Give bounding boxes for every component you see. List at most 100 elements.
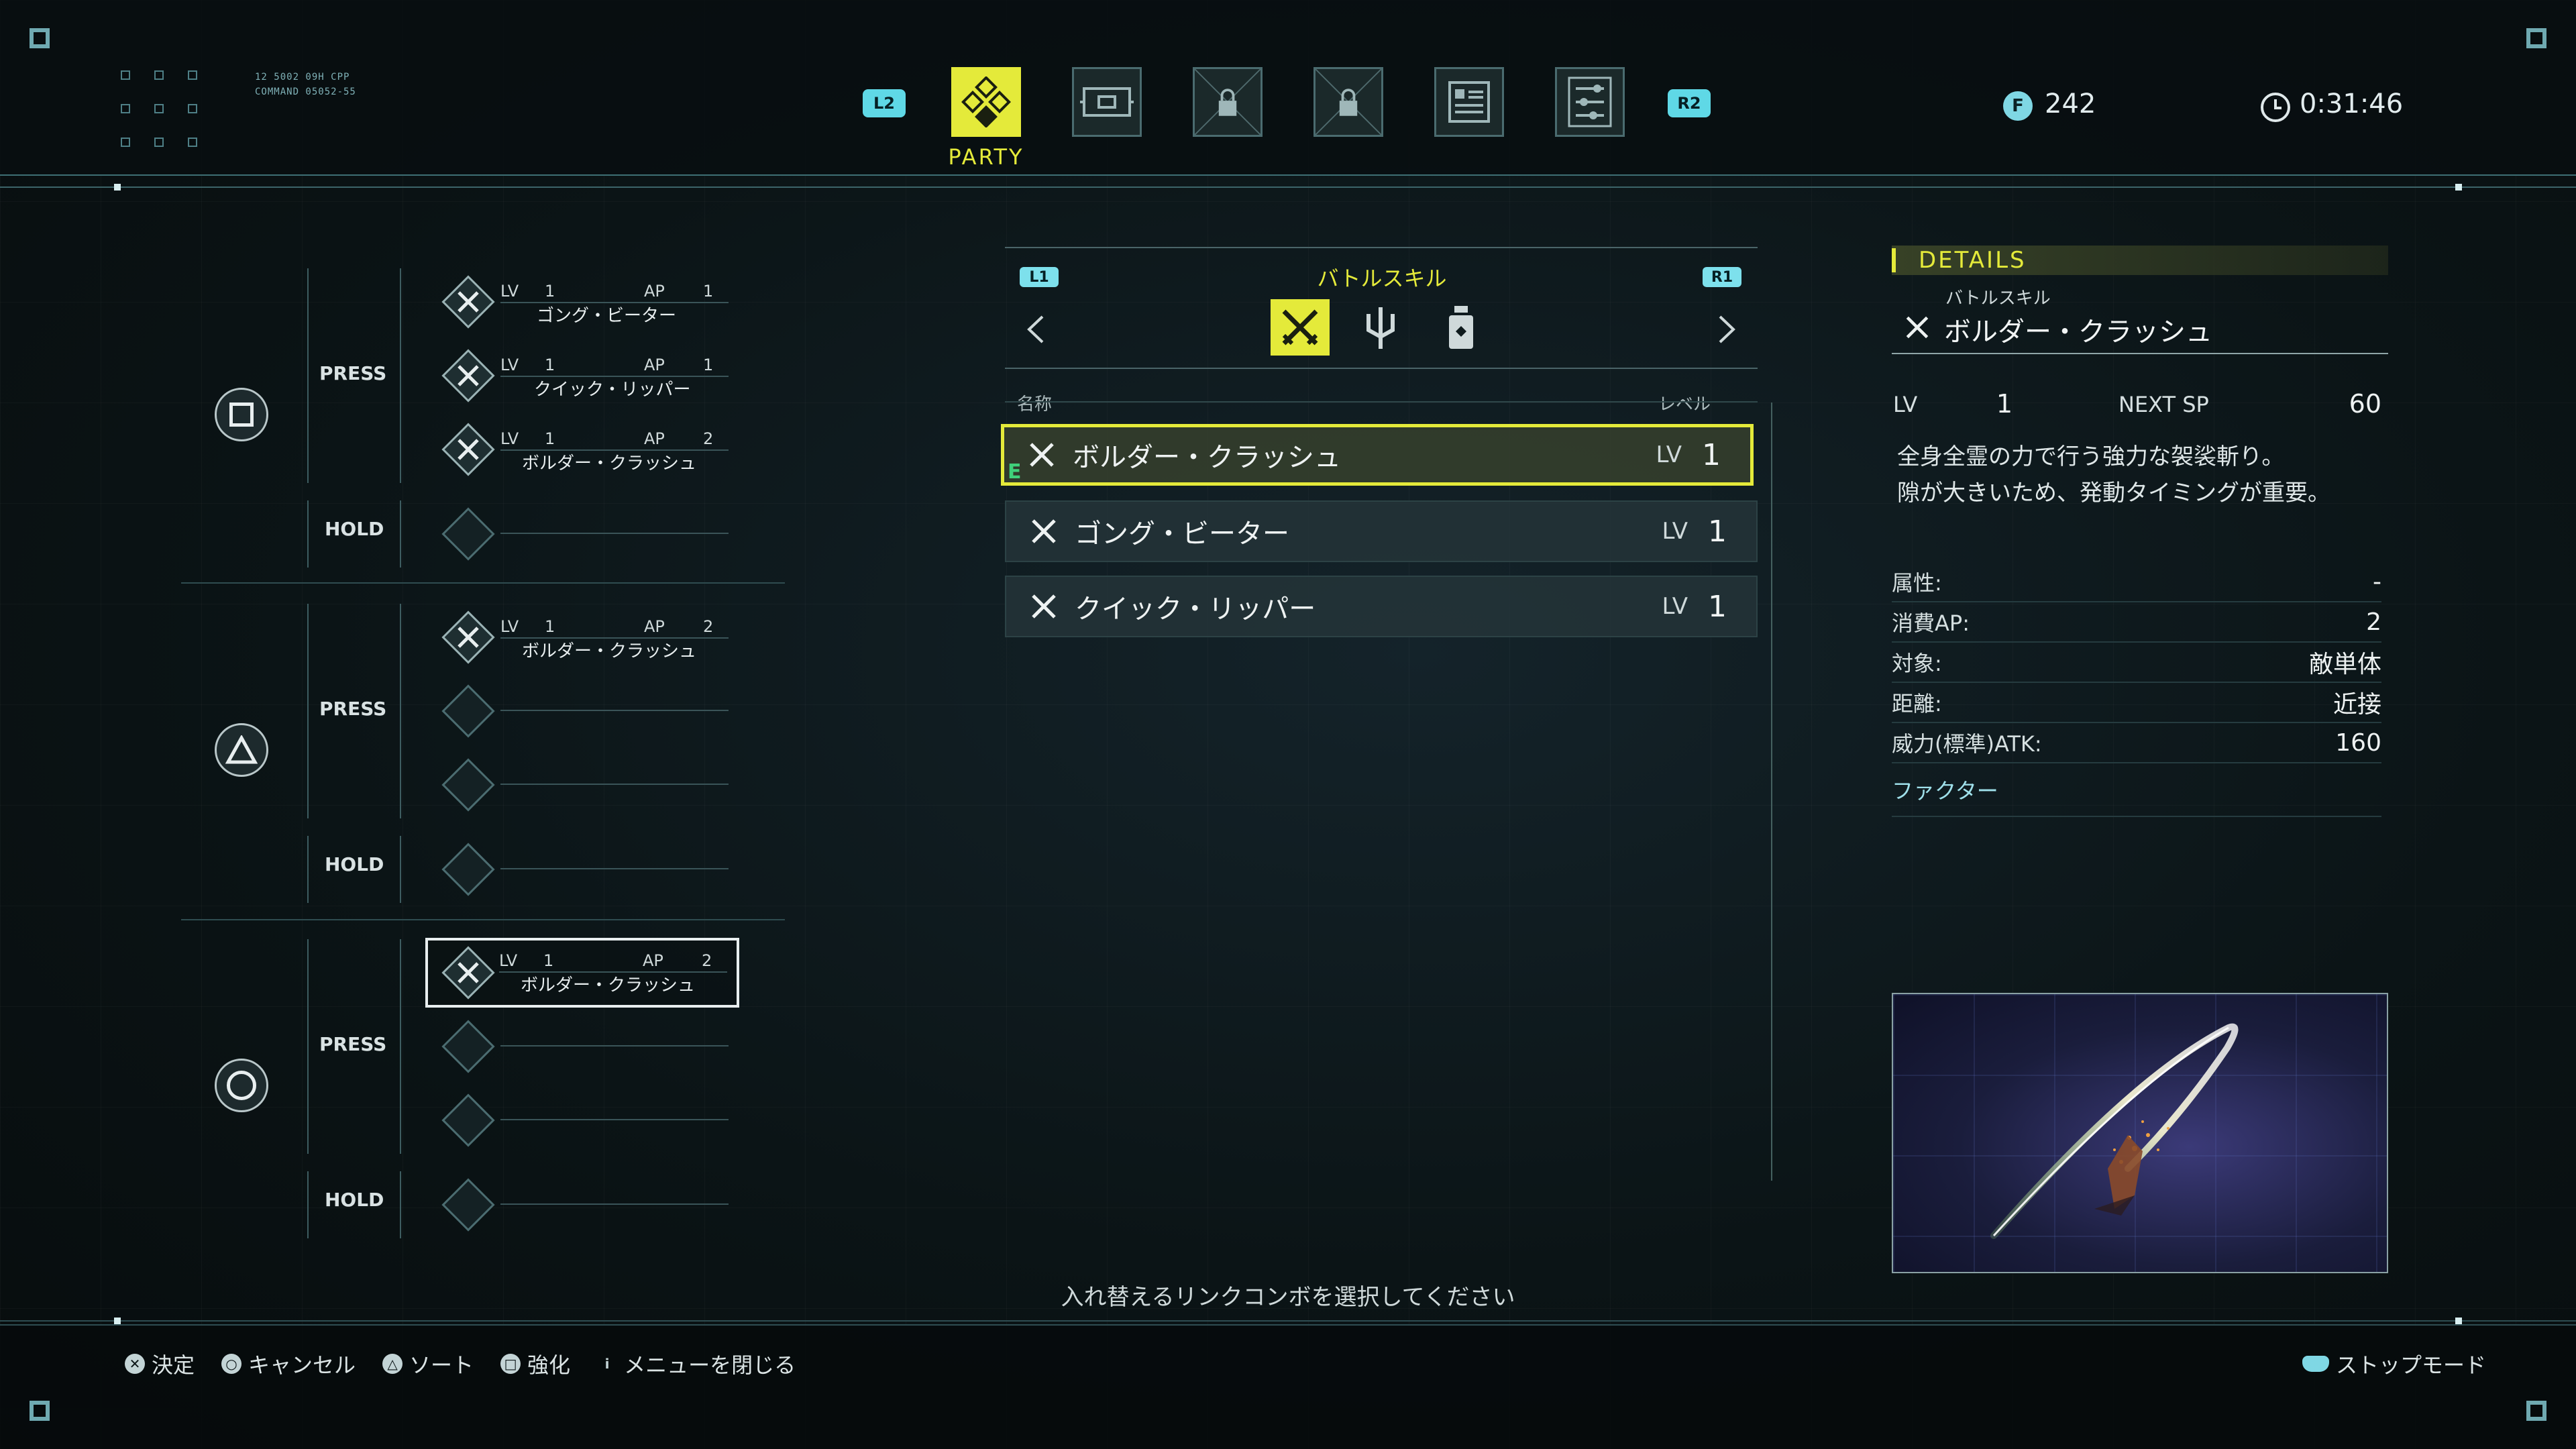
tab-locked-2[interactable] (1313, 67, 1383, 137)
r2-shoulder-button[interactable]: R2 (1668, 89, 1711, 117)
tab-party[interactable] (951, 67, 1021, 137)
details-header: DETAILS (1892, 246, 2388, 275)
scrollbar[interactable] (1771, 402, 1775, 1181)
bottom-divider (0, 1320, 2576, 1322)
divider (0, 186, 2576, 188)
skill-row[interactable]: ボルダー・クラッシュ LV 1 (1001, 424, 1754, 486)
tab-equipment[interactable] (1072, 67, 1142, 137)
combo-slot[interactable]: LV 1 AP 1 ゴング・ビーター (436, 268, 731, 335)
slot-lv-label: LV (500, 617, 519, 636)
details-stats: 属性: - 消費AP: 2 対象: 敵単体 距離: 近接 威力(標準)ATK: … (1892, 562, 2381, 817)
play-time: 0:31:46 (2300, 89, 2404, 119)
skill-preview-image (1892, 993, 2388, 1273)
lock-icon (1316, 68, 1381, 136)
sword-icon (1024, 586, 1064, 627)
skill-name: クイック・リッパー (1075, 594, 1316, 625)
combo-slot[interactable]: LV 1 AP 1 クイック・リッパー (436, 342, 731, 409)
slash-effect-image (1990, 1023, 2239, 1239)
currency-icon: F (2003, 91, 2033, 121)
column-level: レベル (1658, 394, 1711, 415)
combo-slot-empty[interactable] (436, 751, 731, 818)
tab-settings[interactable] (1555, 67, 1625, 137)
l1-button[interactable]: L1 (1020, 267, 1059, 287)
slot-ap: 1 (703, 356, 714, 374)
chevron-left-icon[interactable] (1024, 313, 1048, 346)
stat-row: 距離: 近接 (1892, 683, 2381, 723)
chevron-right-icon[interactable] (1715, 313, 1739, 346)
hint-close-menu[interactable]: i メニューを閉じる (597, 1348, 796, 1379)
stat-value: - (2373, 568, 2381, 596)
divider-node (114, 1318, 121, 1324)
press-bracket (307, 268, 309, 483)
potion-icon (1449, 306, 1473, 349)
party-icon (961, 76, 1011, 127)
press-bracket (400, 268, 401, 483)
slot-diamond (441, 1178, 495, 1232)
slot-rule (500, 1119, 729, 1120)
category-magic[interactable] (1351, 299, 1410, 356)
details-skill-name: ボルダー・クラッシュ (1944, 317, 2212, 347)
hold-label: HOLD (325, 853, 384, 875)
hint-label: キャンセル (248, 1352, 356, 1378)
hint-label: ストップモード (2336, 1352, 2487, 1378)
slot-skill-name: クイック・リッパー (534, 380, 691, 400)
corner-marker (30, 28, 50, 48)
combo-slot[interactable]: LV 1 AP 2 ボルダー・クラッシュ (436, 604, 731, 671)
slot-lv: 1 (545, 617, 555, 636)
combo-slot-empty[interactable] (436, 836, 731, 903)
category-battle-skill[interactable] (1271, 299, 1330, 356)
slot-lv: 1 (545, 282, 555, 301)
hold-bracket (307, 500, 309, 568)
column-name: 名称 (1017, 394, 1053, 415)
hint-sort[interactable]: △ ソート (382, 1348, 474, 1379)
skill-row[interactable]: クイック・リッパー LV 1 (1005, 576, 1758, 637)
slot-rule (500, 868, 729, 869)
details-header-accent (1892, 248, 1896, 272)
hint-confirm[interactable]: ✕ 決定 (125, 1348, 195, 1379)
skill-lv-label: LV (1662, 518, 1688, 545)
slot-diamond (441, 1020, 495, 1073)
slot-ap-label: AP (643, 951, 663, 970)
tab-report[interactable] (1434, 67, 1504, 137)
combo-slot-empty[interactable] (436, 678, 731, 745)
combo-slot-empty[interactable] (436, 1087, 731, 1154)
combo-slot-empty[interactable] (436, 500, 731, 568)
tab-party-label: PARTY (948, 144, 1024, 170)
equipment-icon (1080, 87, 1134, 117)
hint-cancel[interactable]: ○ キャンセル (221, 1348, 356, 1379)
slot-diamond (441, 758, 495, 812)
skill-row[interactable]: ゴング・ビーター LV 1 (1005, 500, 1758, 562)
stat-label: 属性: (1892, 570, 1942, 596)
category-title: バトルスキル (1317, 266, 1447, 291)
l2-shoulder-button[interactable]: L2 (863, 89, 906, 117)
hint-stop-mode[interactable]: ストップモード (2302, 1348, 2486, 1379)
hold-bracket (400, 500, 401, 568)
hint-upgrade[interactable]: □ 強化 (500, 1348, 570, 1379)
hint-label: 決定 (152, 1352, 195, 1378)
tab-locked-1[interactable] (1193, 67, 1263, 137)
press-bracket (400, 604, 401, 818)
sword-icon (1906, 316, 1929, 339)
combo-slot-empty[interactable] (436, 1171, 731, 1238)
r1-button[interactable]: R1 (1703, 267, 1741, 287)
trident-icon (1366, 307, 1395, 349)
slot-rule (500, 1203, 729, 1205)
category-item[interactable] (1432, 299, 1491, 356)
combo-slot[interactable]: LV 1 AP 2 ボルダー・クラッシュ (436, 416, 731, 483)
slot-skill-name: ボルダー・クラッシュ (521, 975, 696, 996)
cross-button-icon: ✕ (125, 1354, 145, 1374)
group-separator (181, 582, 785, 584)
lock-icon (1195, 68, 1260, 136)
slot-ap-label: AP (644, 617, 665, 636)
combo-slot-selected[interactable]: LV 1 AP 2 ボルダー・クラッシュ (425, 938, 739, 1008)
combo-slot-empty[interactable] (436, 1013, 731, 1080)
skill-level: 1 (1708, 514, 1727, 549)
stat-label: 距離: (1892, 691, 1942, 716)
instruction-text: 入れ替えるリンクコンボを選択してください (1061, 1284, 1515, 1311)
slot-skill-name: ボルダー・クラッシュ (522, 453, 697, 474)
skill-name: ボルダー・クラッシュ (1073, 442, 1341, 473)
hold-label: HOLD (325, 1189, 384, 1211)
corner-marker (2526, 1401, 2546, 1421)
slot-ap: 2 (703, 617, 714, 636)
press-bracket (307, 604, 309, 818)
